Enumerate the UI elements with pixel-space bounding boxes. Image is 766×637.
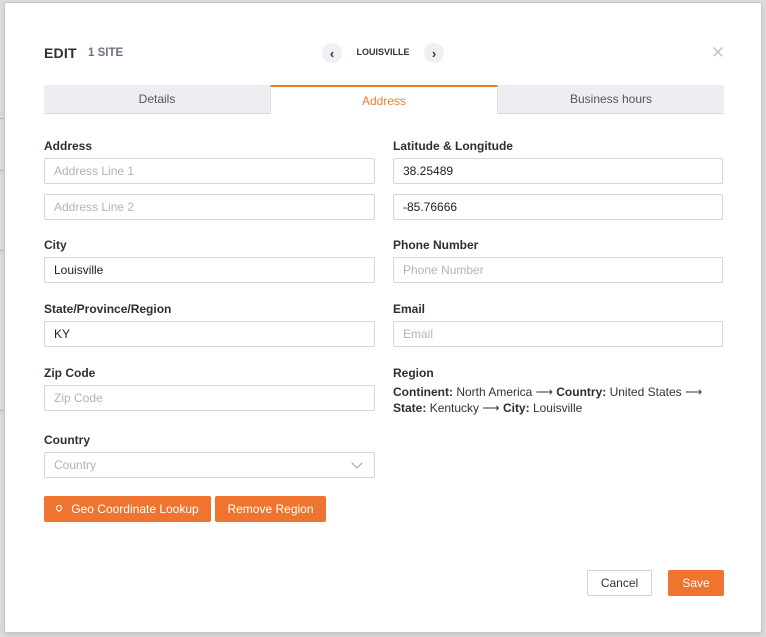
address-label: Address — [44, 139, 93, 153]
geo-coordinate-lookup-button[interactable]: Geo Coordinate Lookup — [44, 496, 211, 522]
lat-lng-label: Latitude & Longitude — [393, 139, 513, 153]
region-path: Continent: North America ⟶ Country: Unit… — [393, 384, 723, 416]
arrow-right-icon: ⟶ — [482, 401, 500, 415]
state-input[interactable] — [44, 321, 375, 347]
chevron-down-icon — [351, 457, 363, 469]
region-state-value: Kentucky — [429, 401, 480, 415]
email-input[interactable] — [393, 321, 723, 347]
country-label: Country — [44, 433, 90, 447]
region-country-value: United States — [609, 385, 682, 399]
region-continent-key: Continent: — [393, 385, 453, 399]
longitude-input[interactable] — [393, 194, 723, 220]
tab-business-hours[interactable]: Business hours — [498, 85, 724, 114]
map-pin-icon — [56, 505, 63, 514]
tab-address[interactable]: Address — [270, 85, 498, 114]
address-line1-input[interactable] — [44, 158, 375, 184]
address-line2-input[interactable] — [44, 194, 375, 220]
country-select-placeholder: Country — [54, 458, 97, 472]
site-navigator: ‹ LOUISVILLE › — [322, 43, 446, 63]
dialog-title: EDIT — [44, 45, 77, 61]
chevron-left-icon[interactable]: ‹ — [322, 43, 342, 63]
latitude-input[interactable] — [393, 158, 723, 184]
tab-details[interactable]: Details — [44, 85, 270, 114]
state-label: State/Province/Region — [44, 302, 172, 316]
cancel-button[interactable]: Cancel — [587, 570, 652, 596]
close-icon[interactable]: ✕ — [711, 44, 725, 62]
region-country-key: Country: — [556, 385, 607, 399]
save-button[interactable]: Save — [668, 570, 724, 596]
region-state-key: State: — [393, 401, 427, 415]
region-label: Region — [393, 366, 434, 380]
chevron-right-icon[interactable]: › — [424, 43, 444, 63]
site-count: 1 SITE — [88, 47, 124, 59]
phone-number-label: Phone Number — [393, 238, 479, 252]
city-input[interactable] — [44, 257, 375, 283]
zip-code-label: Zip Code — [44, 366, 96, 380]
tab-bar: Details Address Business hours — [44, 85, 724, 114]
edit-site-dialog: EDIT 1 SITE ‹ LOUISVILLE › ✕ Details Add… — [5, 3, 761, 632]
city-label: City — [44, 238, 67, 252]
arrow-right-icon: ⟶ — [684, 385, 703, 399]
region-continent-value: North America — [456, 385, 533, 399]
zip-code-input[interactable] — [44, 385, 375, 411]
remove-region-button[interactable]: Remove Region — [215, 496, 326, 522]
phone-number-input[interactable] — [393, 257, 723, 283]
country-select[interactable]: Country — [44, 452, 375, 478]
email-label: Email — [393, 302, 426, 316]
geo-coordinate-lookup-label: Geo Coordinate Lookup — [71, 502, 199, 516]
region-city-value: Louisville — [532, 401, 583, 415]
dialog-header: EDIT 1 SITE ‹ LOUISVILLE › ✕ — [44, 43, 725, 65]
current-site-label: LOUISVILLE — [356, 47, 410, 57]
arrow-right-icon: ⟶ — [535, 385, 553, 399]
region-city-key: City: — [502, 401, 530, 415]
